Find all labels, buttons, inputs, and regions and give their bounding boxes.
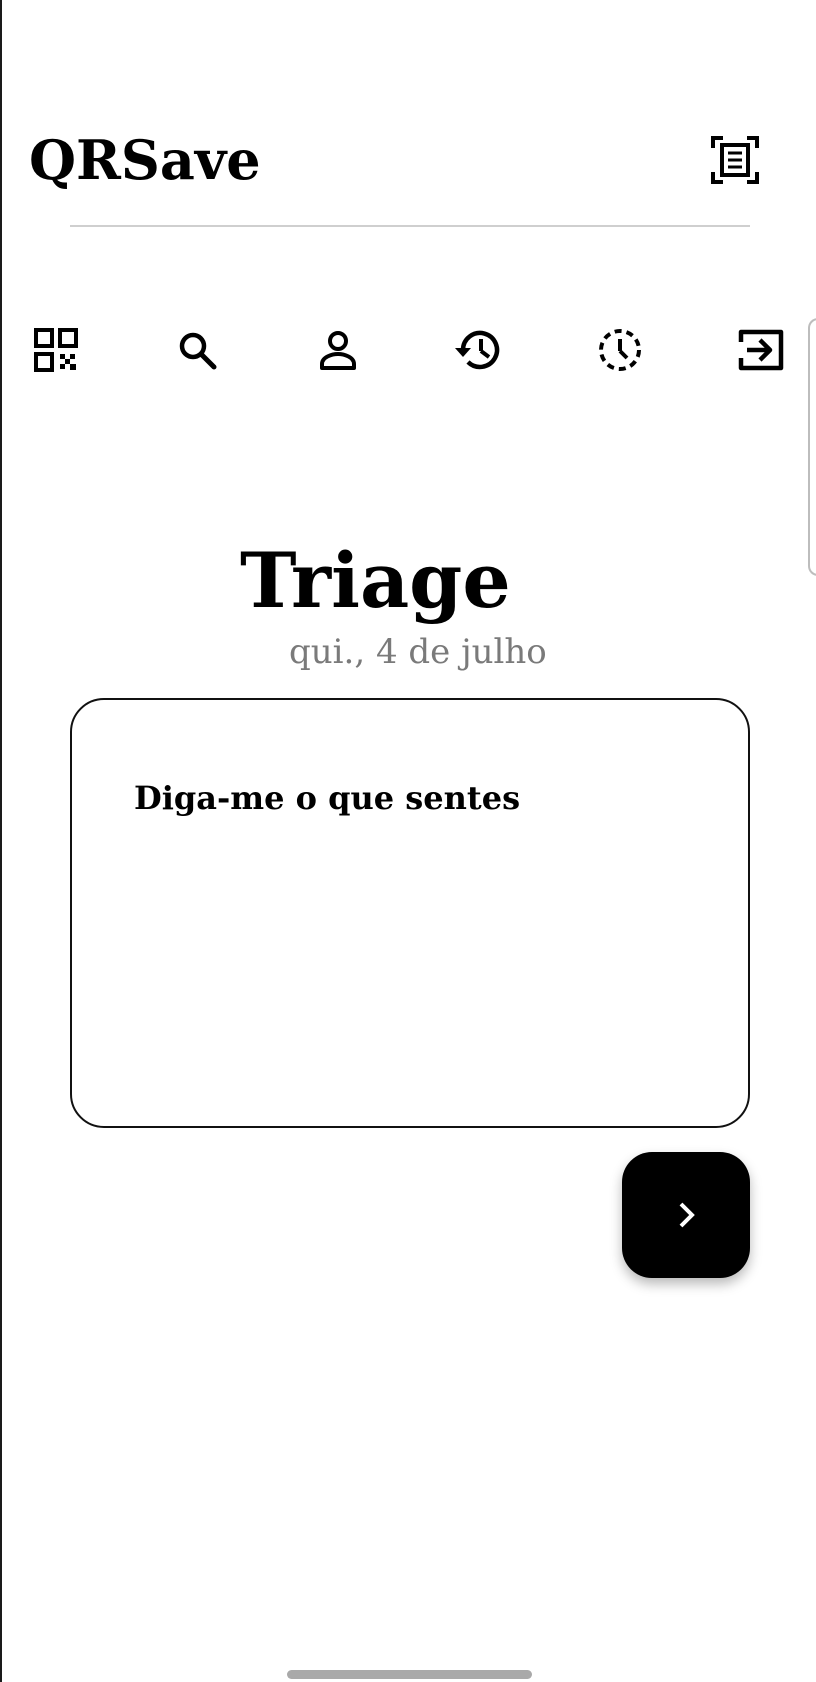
person-icon: [320, 331, 356, 370]
page-title: Triage: [240, 536, 511, 625]
history-icon: [455, 330, 500, 370]
document-scanner-icon: [711, 136, 759, 184]
symptom-input[interactable]: [134, 778, 694, 1078]
nav-item-pending[interactable]: [592, 322, 648, 378]
page-date: qui., 4 de julho: [289, 632, 547, 672]
nav-item-qr-code[interactable]: [28, 322, 84, 378]
nav-item-logout[interactable]: [733, 322, 789, 378]
next-button[interactable]: [622, 1152, 750, 1278]
nav-item-profile[interactable]: [310, 322, 366, 378]
app-title: QRSave: [29, 128, 261, 192]
search-icon: [179, 332, 217, 370]
side-drawer-handle[interactable]: [808, 318, 816, 576]
nav-item-search[interactable]: [169, 322, 225, 378]
pending-clock-icon: [599, 329, 641, 371]
window-edge: [0, 0, 2, 1682]
home-indicator[interactable]: [287, 1670, 532, 1679]
header-divider: [70, 225, 750, 227]
logout-icon: [738, 329, 784, 371]
nav-item-history[interactable]: [451, 322, 507, 378]
nav-bar: [0, 322, 816, 378]
qr-code-icon: [34, 328, 78, 372]
chevron-right-icon: [679, 1202, 695, 1228]
app-screen: QRSave Triage qui., 4 de julho Diga-me o…: [0, 0, 816, 1682]
document-scanner-button[interactable]: [709, 134, 761, 186]
symptom-card: [70, 698, 750, 1128]
